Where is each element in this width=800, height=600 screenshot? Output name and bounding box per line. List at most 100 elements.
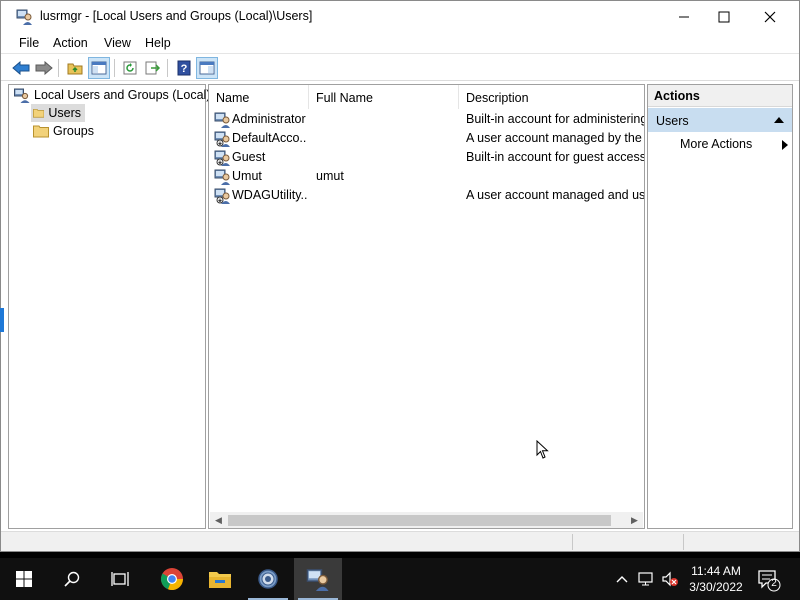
column-header-description[interactable]: Description — [459, 85, 644, 109]
tree-item-root[interactable]: Local Users and Groups (Local) — [14, 86, 214, 104]
actions-header: Actions — [648, 85, 792, 107]
search-button[interactable] — [48, 558, 96, 600]
user-account-disabled-icon — [214, 150, 230, 166]
show-hide-console-tree-button[interactable] — [88, 57, 110, 79]
up-folder-icon — [67, 63, 83, 75]
more-actions-item[interactable]: More Actions — [680, 137, 790, 155]
refresh-button[interactable] — [119, 57, 141, 79]
network-icon — [638, 572, 653, 586]
show-hide-tree-icon — [91, 61, 107, 75]
user-name-cell: Guest — [232, 150, 266, 164]
user-account-icon — [214, 112, 230, 128]
show-hide-action-pane-icon — [199, 61, 215, 75]
more-actions-label: More Actions — [680, 137, 753, 151]
user-account-disabled-icon — [214, 188, 230, 204]
settings-taskbar-button[interactable] — [244, 558, 292, 600]
file-explorer-icon — [209, 572, 231, 588]
back-icon — [12, 61, 30, 75]
table-row[interactable]: Umut umut — [209, 167, 644, 186]
table-row[interactable]: Guest Built-in account for guest access … — [209, 148, 644, 167]
clock-time: 11:44 AM — [691, 564, 741, 578]
menu-action[interactable]: Action — [53, 36, 88, 50]
help-button[interactable]: ? — [173, 57, 195, 79]
show-hide-action-pane-button[interactable] — [196, 57, 218, 79]
user-account-icon — [214, 169, 230, 185]
user-description-cell: A user account managed by the s — [466, 131, 644, 145]
clock-date: 3/30/2022 — [689, 580, 743, 594]
back-button[interactable] — [10, 57, 32, 79]
scroll-left-icon[interactable]: ◀ — [210, 512, 227, 528]
lusrmgr-taskbar-button[interactable] — [294, 558, 342, 600]
toolbar-separator — [114, 59, 115, 77]
chrome-taskbar-button[interactable] — [148, 558, 196, 600]
show-hidden-icons-button[interactable] — [613, 570, 631, 588]
close-button[interactable] — [747, 1, 793, 32]
chrome-icon — [160, 568, 184, 591]
user-description-cell: Built-in account for administering — [466, 112, 644, 126]
volume-tray-button[interactable] — [661, 570, 679, 588]
file-explorer-taskbar-button[interactable] — [196, 558, 244, 600]
minimize-icon — [679, 16, 689, 17]
notification-count: 2 — [771, 578, 777, 589]
status-bar — [1, 531, 799, 551]
search-icon — [64, 571, 80, 587]
desktop-edge-highlight — [0, 308, 4, 332]
user-name-cell: Umut — [232, 169, 262, 183]
console-tree-pane: Local Users and Groups (Local) Users Gro… — [8, 84, 210, 529]
title-bar[interactable]: lusrmgr - [Local Users and Groups (Local… — [1, 1, 799, 32]
table-row[interactable]: DefaultAcco... A user account managed by… — [209, 129, 644, 148]
actions-group-users[interactable]: Users — [648, 108, 792, 132]
taskbar-clock[interactable]: 11:44 AM 3/30/2022 — [684, 563, 748, 595]
tree-item-users[interactable]: Users — [31, 104, 85, 122]
user-description-cell: Built-in account for guest access t — [466, 150, 644, 164]
maximize-icon — [718, 11, 730, 22]
export-list-icon — [145, 61, 161, 75]
collapse-up-icon[interactable] — [774, 117, 784, 123]
forward-button[interactable] — [33, 57, 55, 79]
start-button[interactable] — [0, 558, 48, 600]
table-row[interactable]: Administrator Built-in account for admin… — [209, 110, 644, 129]
svg-text:?: ? — [181, 63, 188, 75]
column-header-name[interactable]: Name — [209, 85, 309, 109]
windows-start-icon — [16, 571, 32, 587]
user-full-name-cell: umut — [316, 169, 344, 183]
user-name-cell: WDAGUtility... — [232, 188, 307, 202]
scrollbar-thumb[interactable] — [228, 515, 611, 526]
status-divider — [572, 534, 573, 550]
users-list-pane: Name Full Name Description Administrator… — [208, 84, 645, 529]
task-view-icon — [111, 572, 129, 586]
export-list-button[interactable] — [142, 57, 164, 79]
help-icon: ? — [177, 60, 191, 76]
tree-root-label: Local Users and Groups (Local) — [34, 88, 211, 102]
network-tray-button[interactable] — [637, 570, 655, 588]
menu-view[interactable]: View — [104, 36, 131, 50]
close-icon — [764, 11, 776, 22]
up-one-level-button[interactable] — [64, 57, 86, 79]
refresh-icon — [123, 61, 137, 75]
folder-icon — [33, 125, 49, 138]
volume-muted-icon — [662, 571, 678, 587]
menu-help[interactable]: Help — [145, 36, 171, 50]
lusrmgr-icon — [306, 569, 329, 591]
user-name-cell: Administrator — [232, 112, 306, 126]
menu-file[interactable]: File — [19, 36, 39, 50]
tree-item-groups[interactable]: Groups — [31, 122, 98, 140]
toolbar-separator — [58, 59, 59, 77]
maximize-button[interactable] — [701, 1, 747, 32]
user-account-disabled-icon — [214, 131, 230, 147]
taskbar: 11:44 AM 3/30/2022 2 — [0, 558, 800, 600]
table-row[interactable]: WDAGUtility... A user account managed an… — [209, 186, 644, 205]
mouse-cursor-icon — [536, 440, 549, 459]
action-center-button[interactable]: 2 — [752, 566, 782, 592]
forward-icon — [35, 61, 53, 75]
toolbar: ? — [1, 55, 799, 81]
window-title: lusrmgr - [Local Users and Groups (Local… — [40, 9, 313, 23]
scroll-right-icon[interactable]: ▶ — [626, 512, 643, 528]
horizontal-scrollbar[interactable]: ◀ ▶ — [210, 512, 643, 528]
column-header-full-name[interactable]: Full Name — [309, 85, 459, 109]
task-view-button[interactable] — [96, 558, 144, 600]
tree-users-label: Users — [48, 106, 81, 120]
actions-pane: Actions Users More Actions — [647, 84, 793, 529]
menu-bar: File Action View Help — [1, 32, 799, 54]
lusrmgr-window: lusrmgr - [Local Users and Groups (Local… — [0, 0, 800, 552]
